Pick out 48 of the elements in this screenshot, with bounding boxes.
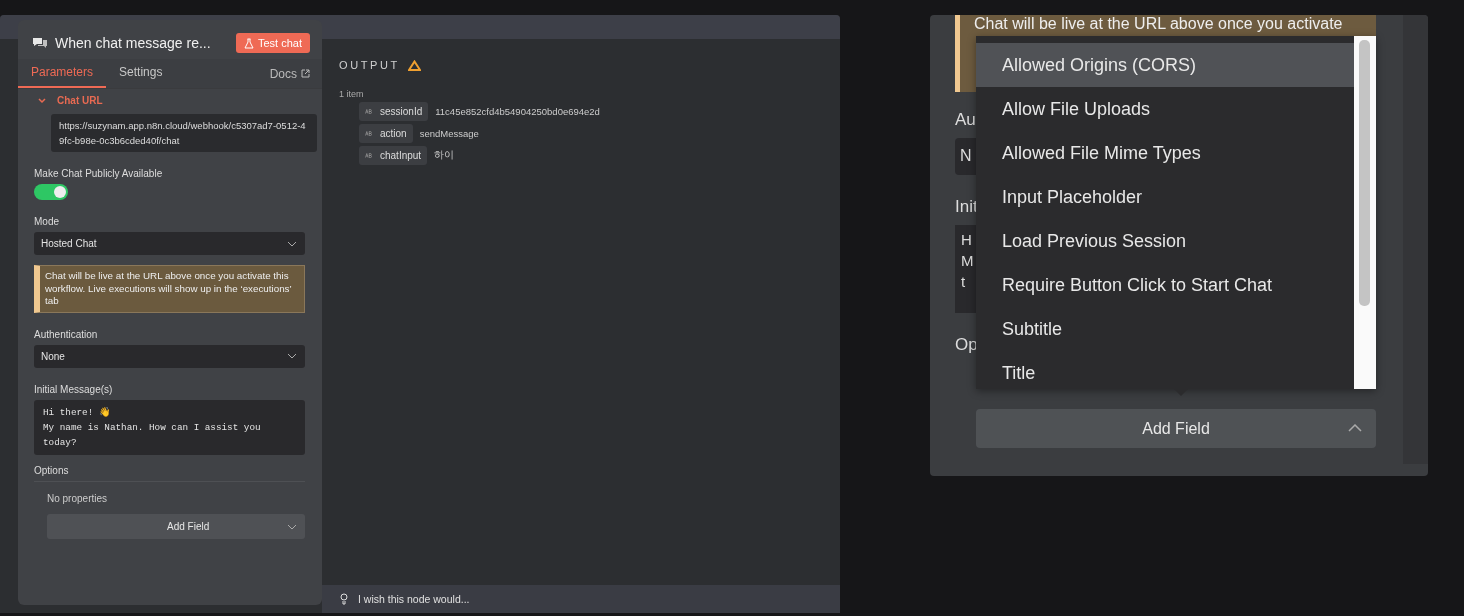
chevron-icon[interactable] <box>37 96 47 105</box>
node-title: When chat message re... <box>55 35 212 51</box>
flask-icon <box>243 37 254 49</box>
feedback-bar[interactable]: I wish this node would... <box>322 585 840 613</box>
empty-text: No properties <box>47 492 108 504</box>
chevron-icon <box>287 523 297 530</box>
toggle-switch[interactable] <box>34 184 68 200</box>
url-field[interactable]: https://suzynam.app.n8n.cloud/webhook/c5307ad7-0512-49fc-b98e-0c3b6cded40f/chat <box>51 114 317 152</box>
text-type-icon <box>365 153 372 158</box>
field-name-tag: action <box>359 124 413 143</box>
external-link-icon <box>301 69 310 78</box>
chat-icon <box>32 36 48 50</box>
warning-icon <box>407 59 421 71</box>
dropdown-option[interactable]: Input Placeholder <box>976 175 1354 219</box>
feedback-placeholder: I wish this node would... <box>358 593 470 605</box>
field-value: 11c45e852cfd4b54904250bd0e694e2d <box>435 106 600 117</box>
field-label: Mode <box>34 216 59 227</box>
docs-link[interactable]: Docs <box>269 66 297 81</box>
notice-text: Chat will be live at the URL above once you activate this workflow. Live executions will show up in the ‘executions’ tab <box>34 265 305 313</box>
item-count: 1 item <box>339 89 364 99</box>
field-value: sendMessage <box>419 128 479 139</box>
tab[interactable]: Settings <box>106 59 176 88</box>
select-field[interactable]: None <box>34 344 305 368</box>
select-field[interactable]: Hosted Chat <box>34 232 305 255</box>
lightbulb-icon <box>340 593 348 605</box>
add-field-button[interactable]: Add Field <box>976 409 1376 448</box>
add-field-button[interactable]: Add Field <box>47 513 305 539</box>
dropdown-option[interactable]: Title <box>976 351 1354 395</box>
field-label: Options <box>34 464 69 476</box>
section-label: Chat URL <box>57 95 103 106</box>
scrollbar-thumb[interactable] <box>1359 40 1370 306</box>
chevron-icon <box>1348 424 1362 432</box>
field-value: 하이 <box>434 149 455 162</box>
chevron-icon <box>287 353 297 359</box>
dropdown-option[interactable]: Allowed Origins (CORS) <box>976 43 1354 87</box>
text-type-icon <box>365 109 372 114</box>
field-name-tag: chatInput <box>359 146 428 165</box>
field-name-tag: sessionId <box>359 102 429 121</box>
text-type-icon <box>365 131 372 136</box>
field-label: Make Chat Publicly Available <box>34 168 163 179</box>
field-label: Authentication <box>34 328 98 340</box>
chevron-icon <box>287 240 297 247</box>
field-label: Init <box>955 197 978 217</box>
field-label: Au <box>955 110 976 130</box>
tab[interactable]: Parameters <box>18 59 107 88</box>
message-textarea[interactable]: Hi there! 👋 My name is Nathan. How can I assist you today? <box>34 399 305 455</box>
field-label: Initial Message(s) <box>34 383 113 395</box>
output-title: OUTPUT <box>339 59 400 71</box>
